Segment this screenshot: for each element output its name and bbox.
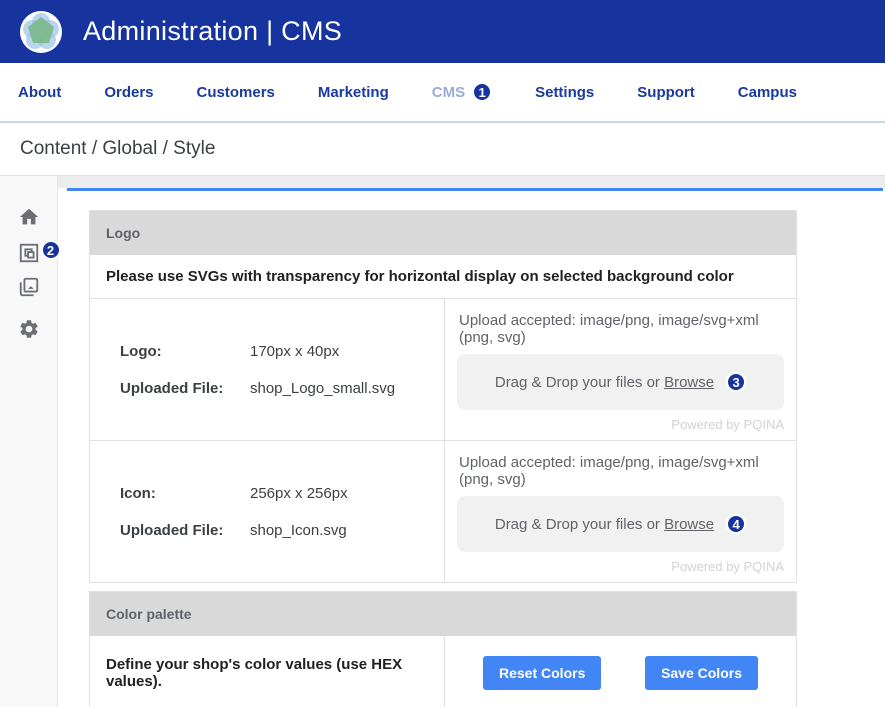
nav-item-campus[interactable]: Campus [738, 84, 797, 101]
annotation-badge-3: 3 [726, 372, 747, 392]
background-strip [0, 176, 885, 188]
browse-link[interactable]: Browse [664, 374, 714, 391]
breadcrumb-bar: Content / Global / Style [0, 123, 885, 176]
logo-size-field: Logo: 170px x 40px [120, 342, 340, 360]
save-colors-button[interactable]: Save Colors [645, 656, 758, 690]
breadcrumb: Content / Global / Style [20, 138, 216, 159]
sidebar: 2 [0, 176, 61, 707]
nav-item-orders[interactable]: Orders [104, 84, 153, 101]
logo-section-note: Please use SVGs with transparency for ho… [90, 255, 796, 299]
home-icon[interactable] [18, 206, 40, 228]
media-library-icon[interactable] [18, 276, 40, 298]
icon-dropzone[interactable]: Drag & Drop your files or Browse 4 [457, 496, 784, 552]
upload-accepted-text: Upload accepted: image/png, image/svg+xm… [459, 454, 759, 488]
nav-item-marketing[interactable]: Marketing [318, 84, 389, 101]
settings-gear-icon[interactable] [18, 318, 40, 340]
icon-uploaded-file-field: Uploaded File: shop_Icon.svg [120, 521, 347, 539]
pages-icon[interactable]: 2 [18, 240, 61, 264]
logo-dropzone[interactable]: Drag & Drop your files or Browse 3 [457, 354, 784, 410]
shop-logo-icon [20, 10, 62, 53]
upload-accepted-text: Upload accepted: image/png, image/svg+xm… [459, 312, 759, 346]
reset-colors-button[interactable]: Reset Colors [483, 656, 602, 690]
palette-actions-row: Define your shop's color values (use HEX… [90, 636, 796, 707]
logo-upload-row: Logo: 170px x 40px Uploaded File: shop_L… [90, 299, 796, 440]
icon-upload-row: Icon: 256px x 256px Uploaded File: shop_… [90, 440, 796, 582]
app-header: Administration | CMS [0, 0, 885, 63]
logo-uploaded-file-field: Uploaded File: shop_Logo_small.svg [120, 379, 396, 397]
nav-item-settings[interactable]: Settings [535, 84, 594, 101]
color-palette-header: Color palette [90, 592, 796, 636]
annotation-badge-4: 4 [726, 514, 747, 534]
main-nav: About Orders Customers Marketing CMS 1 Se… [0, 63, 885, 123]
color-palette-section: Color palette Define your shop's color v… [89, 591, 797, 707]
main-panel: Logo Please use SVGs with transparency f… [67, 188, 883, 707]
powered-by-label: Powered by PQINA [671, 559, 784, 574]
nav-item-about[interactable]: About [18, 84, 61, 101]
content-area: 2 Logo Please use SVGs with transparency… [0, 176, 885, 707]
nav-item-support[interactable]: Support [637, 84, 695, 101]
logo-section: Logo Please use SVGs with transparency f… [89, 210, 797, 583]
annotation-badge-1: 1 [472, 82, 493, 102]
icon-size-field: Icon: 256px x 256px [120, 484, 348, 502]
nav-item-cms[interactable]: CMS 1 [432, 82, 493, 102]
powered-by-label: Powered by PQINA [671, 417, 784, 432]
browse-link[interactable]: Browse [664, 516, 714, 533]
palette-note: Define your shop's color values (use HEX… [106, 656, 403, 690]
logo-section-header: Logo [90, 211, 796, 255]
page-title: Administration | CMS [83, 16, 343, 46]
annotation-badge-2: 2 [40, 240, 61, 260]
nav-item-customers[interactable]: Customers [197, 84, 275, 101]
